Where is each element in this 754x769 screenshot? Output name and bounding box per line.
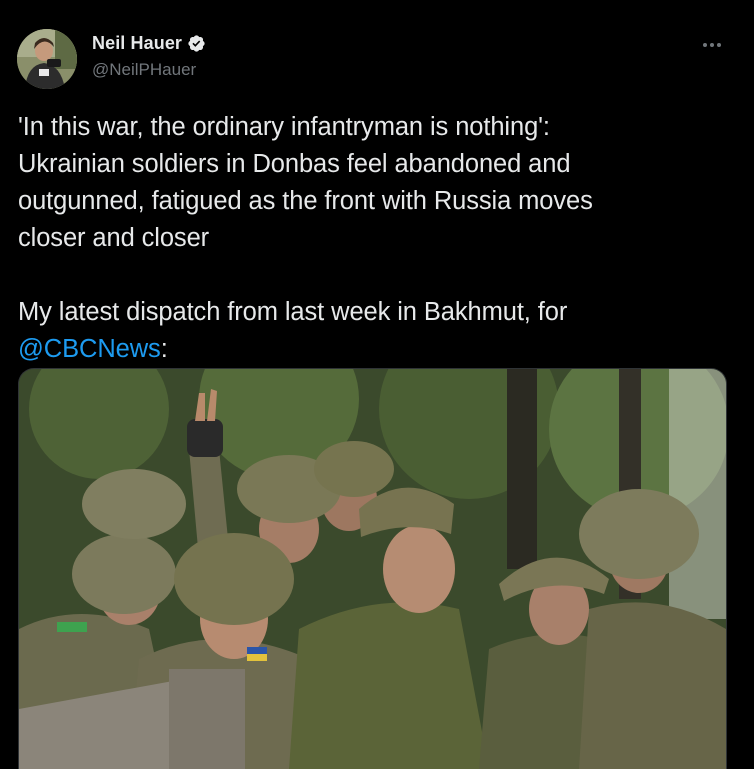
verified-badge-icon — [187, 34, 206, 53]
tweet-text-line-mention: @CBCNews: — [18, 331, 738, 368]
tweet-text: 'In this war, the ordinary infantryman i… — [18, 109, 738, 368]
tweet-media-photo[interactable] — [18, 368, 727, 769]
tweet: Neil Hauer @NeilPHauer 'In this war, the… — [0, 0, 754, 769]
soldiers-photo — [19, 369, 726, 769]
author-handle[interactable]: @NeilPHauer — [92, 60, 196, 80]
tweet-text-line: outgunned, fatigued as the front with Ru… — [18, 187, 593, 215]
tweet-text-line: closer and closer — [18, 224, 210, 252]
avatar-image — [17, 29, 77, 89]
mention-suffix: : — [160, 335, 168, 363]
author-avatar[interactable] — [17, 29, 77, 89]
author-display-name[interactable]: Neil Hauer — [92, 33, 182, 54]
tweet-text-line: Ukrainian soldiers in Donbas feel abando… — [18, 150, 571, 178]
tweet-text-line: My latest dispatch from last week in Bak… — [18, 298, 568, 326]
more-options-icon[interactable] — [697, 32, 727, 58]
author-name-row[interactable]: Neil Hauer — [92, 33, 206, 54]
mention-link[interactable]: @CBCNews — [18, 335, 161, 363]
tweet-text-line: 'In this war, the ordinary infantryman i… — [18, 113, 550, 141]
